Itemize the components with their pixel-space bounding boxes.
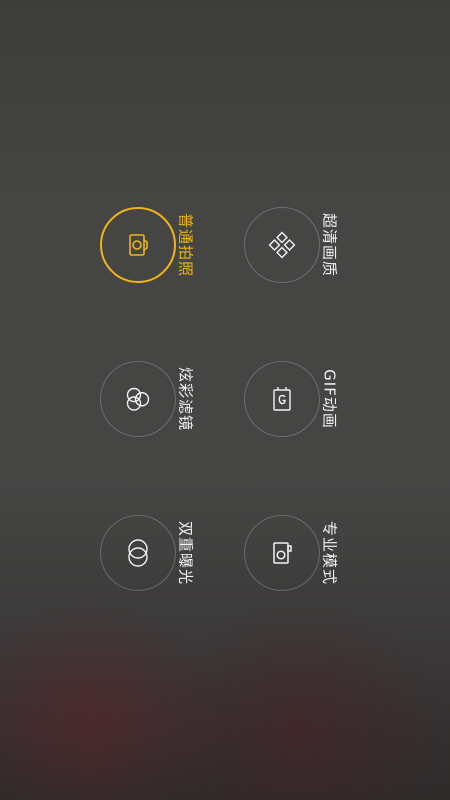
mode-pro[interactable]: 专业模式 <box>244 515 339 591</box>
mode-double-exposure[interactable]: 双重曝光 <box>100 515 195 591</box>
gif-icon <box>273 387 291 411</box>
pro-camera-icon <box>273 542 292 564</box>
mode-normal-photo[interactable]: 普通拍照 <box>100 207 195 283</box>
mode-label: GIF动画 <box>320 369 339 429</box>
mode-label: 炫彩滤镜 <box>176 366 195 432</box>
mode-pro-button[interactable] <box>244 515 320 591</box>
mode-color-filter-button[interactable] <box>100 361 176 437</box>
camera-mode-menu: 普通拍照 超清画质 炫彩滤镜 GIF动画 双重曝光 专业模式 <box>0 0 450 800</box>
diamond-grid-icon <box>268 231 296 259</box>
mode-ultra-hd[interactable]: 超清画质 <box>244 207 339 283</box>
color-filter-icon <box>126 387 150 411</box>
camera-icon <box>129 234 148 256</box>
mode-gif-button[interactable] <box>244 361 320 437</box>
mode-gif[interactable]: GIF动画 <box>244 361 339 437</box>
mode-label: 双重曝光 <box>176 520 195 586</box>
mode-label: 超清画质 <box>320 212 339 278</box>
mode-label: 专业模式 <box>320 520 339 586</box>
mode-double-exposure-button[interactable] <box>100 515 176 591</box>
double-exposure-icon <box>128 539 148 567</box>
mode-color-filter[interactable]: 炫彩滤镜 <box>100 361 195 437</box>
mode-label: 普通拍照 <box>176 212 195 278</box>
mode-ultra-hd-button[interactable] <box>244 207 320 283</box>
mode-normal-photo-button[interactable] <box>100 207 176 283</box>
